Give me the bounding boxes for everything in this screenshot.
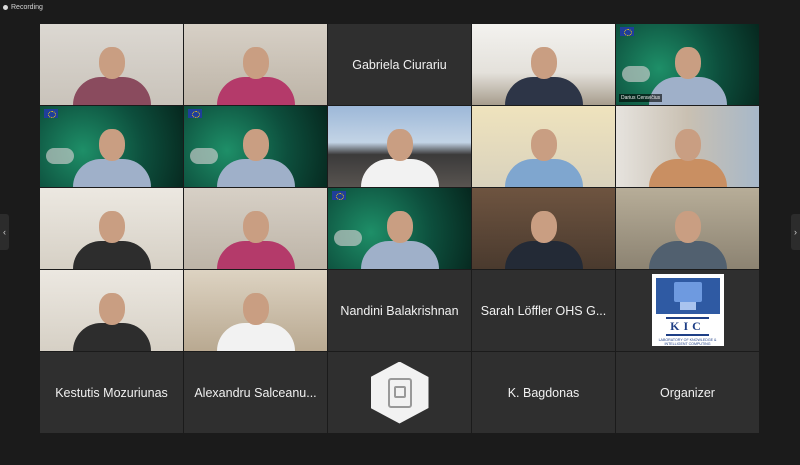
participant-name: K. Bagdonas bbox=[507, 385, 580, 400]
participant-tile[interactable]: Sarah Löffler OHS G... bbox=[472, 270, 615, 351]
participant-video-tile[interactable] bbox=[472, 24, 615, 105]
participant-person bbox=[504, 203, 584, 269]
participant-video-tile[interactable] bbox=[40, 106, 183, 187]
default-avatar-icon bbox=[370, 361, 429, 424]
participant-person bbox=[72, 39, 152, 105]
participant-name: Nandini Balakrishnan bbox=[340, 303, 459, 318]
participant-name: Sarah Löffler OHS G... bbox=[480, 303, 607, 318]
participant-person bbox=[216, 285, 296, 351]
participant-video-tile[interactable] bbox=[328, 188, 471, 269]
participant-video-tile[interactable] bbox=[616, 106, 759, 187]
participant-tile[interactable]: KIC LABORATORY OF KNOWLEDGE & INTELLIGENT… bbox=[616, 270, 759, 351]
recording-indicator: Recording bbox=[0, 0, 123, 14]
active-speaker-tile[interactable]: Darius Ceravičius bbox=[616, 24, 759, 105]
participant-video-tile[interactable] bbox=[40, 24, 183, 105]
eu-flag-icon bbox=[332, 191, 346, 200]
eu-flag-icon bbox=[620, 27, 634, 36]
participant-video-tile[interactable] bbox=[184, 106, 327, 187]
video-gallery: Gabriela Ciurariu Darius Ceravičius Nandin… bbox=[40, 24, 759, 433]
recording-label: Recording bbox=[11, 3, 43, 11]
previous-page-button[interactable]: ‹ bbox=[0, 214, 9, 250]
participant-video-tile[interactable] bbox=[184, 188, 327, 269]
participant-tile[interactable]: Alexandru Salceanu... bbox=[184, 352, 327, 433]
participant-person bbox=[216, 39, 296, 105]
participant-tile[interactable] bbox=[328, 352, 471, 433]
participant-tile[interactable]: K. Bagdonas bbox=[472, 352, 615, 433]
participant-person bbox=[504, 39, 584, 105]
participant-name: Alexandru Salceanu... bbox=[194, 385, 317, 400]
participant-video-tile[interactable] bbox=[328, 106, 471, 187]
participant-video-tile[interactable] bbox=[184, 24, 327, 105]
participant-person bbox=[360, 121, 440, 187]
kic-logo: KIC LABORATORY OF KNOWLEDGE & INTELLIGENT… bbox=[651, 274, 724, 346]
participant-video-tile[interactable] bbox=[472, 188, 615, 269]
participant-name: Gabriela Ciurariu bbox=[352, 57, 447, 72]
eu-flag-icon bbox=[188, 109, 202, 118]
participant-video-tile[interactable] bbox=[616, 188, 759, 269]
participant-person bbox=[648, 203, 728, 269]
eu-flag-icon bbox=[44, 109, 58, 118]
participant-person bbox=[72, 285, 152, 351]
participant-video-tile[interactable] bbox=[40, 188, 183, 269]
recording-dot-icon bbox=[3, 4, 8, 10]
participant-video-tile[interactable] bbox=[40, 270, 183, 351]
next-page-button[interactable]: › bbox=[791, 214, 800, 250]
participant-video-tile[interactable] bbox=[184, 270, 327, 351]
participant-person bbox=[72, 203, 152, 269]
participant-tile[interactable]: Gabriela Ciurariu bbox=[328, 24, 471, 105]
participant-person bbox=[216, 203, 296, 269]
participant-name: Kestutis Mozuriunas bbox=[55, 385, 168, 400]
participant-person bbox=[360, 203, 440, 269]
participant-name: Organizer bbox=[660, 385, 715, 400]
participant-person bbox=[648, 121, 728, 187]
participant-person bbox=[504, 121, 584, 187]
participant-tile[interactable]: Organizer bbox=[616, 352, 759, 433]
participant-person bbox=[216, 121, 296, 187]
participant-tile[interactable]: Nandini Balakrishnan bbox=[328, 270, 471, 351]
participant-video-tile[interactable] bbox=[472, 106, 615, 187]
active-speaker-name: Darius Ceravičius bbox=[619, 94, 663, 102]
participant-tile[interactable]: Kestutis Mozuriunas bbox=[40, 352, 183, 433]
participant-person bbox=[72, 121, 152, 187]
